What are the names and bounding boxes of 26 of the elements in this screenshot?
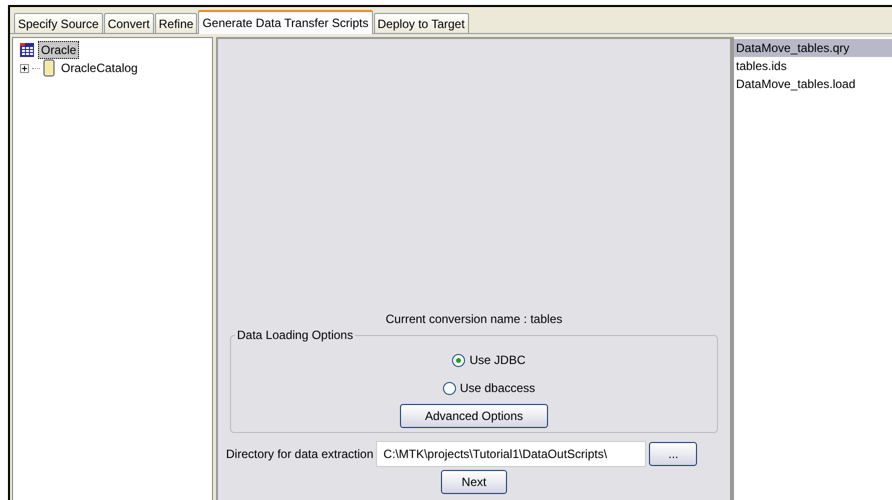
radio-label: Use dbaccess <box>460 381 536 395</box>
tree-item[interactable]: OracleCatalog <box>58 59 141 77</box>
radio-option[interactable]: Use dbaccess <box>442 374 536 402</box>
expand-icon[interactable] <box>20 64 29 72</box>
radio-label: Use JDBC <box>469 353 526 367</box>
file-item[interactable]: tables.ids <box>734 57 892 75</box>
tab[interactable]: Deploy to Target <box>374 13 469 33</box>
radio-button[interactable] <box>442 382 456 394</box>
next-button[interactable]: Next <box>441 470 507 494</box>
tab[interactable]: Specify Source <box>14 13 103 33</box>
group-title: Data Loading Options <box>236 328 354 342</box>
tab[interactable]: Refine <box>154 13 198 33</box>
advanced-options-button[interactable]: Advanced Options <box>400 404 548 428</box>
file-item[interactable]: DataMove_tables.qry <box>734 39 892 57</box>
cylinder-icon <box>43 59 55 77</box>
file-item[interactable]: DataMove_tables.load <box>734 75 892 93</box>
directory-field[interactable]: C:\MTK\projects\Tutorial1\DataOutScripts\ <box>376 441 646 467</box>
tree-item[interactable]: Oracle <box>38 41 80 59</box>
conversion-name-label: Current conversion name : tables <box>386 312 562 326</box>
radio-option[interactable]: Use JDBC <box>452 346 526 374</box>
directory-label: Directory for data extraction <box>226 447 374 461</box>
table-grid-icon <box>19 42 35 58</box>
tab[interactable]: Convert <box>104 13 154 33</box>
tab[interactable]: Generate Data Transfer Scripts <box>198 10 373 34</box>
browse-button[interactable]: ... <box>649 442 698 466</box>
radio-button[interactable] <box>452 354 466 366</box>
